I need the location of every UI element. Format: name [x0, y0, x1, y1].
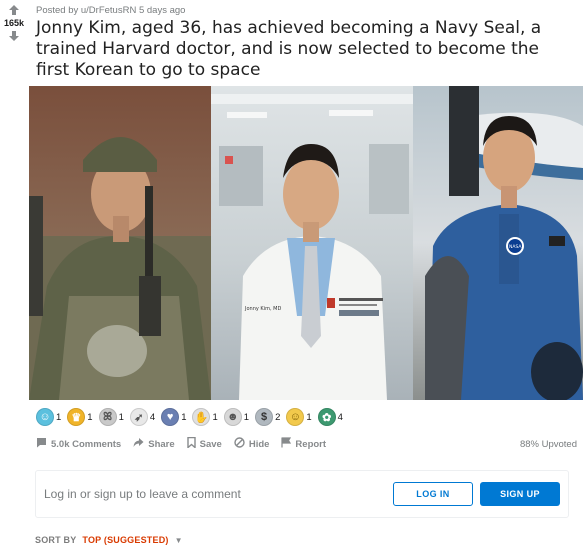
award[interactable]: ☺ 1: [286, 406, 312, 428]
post-action-bar: 5.0k Comments Share Save Hide Report 88%…: [36, 436, 577, 451]
award[interactable]: ♥ 1: [161, 406, 186, 428]
award-count: 1: [87, 411, 93, 423]
award[interactable]: ✋ 1: [192, 406, 218, 428]
sort-by-control[interactable]: SORT BY TOP (SUGGESTED) ▼: [35, 535, 183, 545]
caret-down-icon[interactable]: ▼: [175, 536, 183, 545]
award[interactable]: ☻ 1: [223, 406, 250, 428]
award-count: 1: [212, 411, 218, 423]
gold-face-award-icon: ☺: [286, 408, 305, 426]
upvote-arrow-icon[interactable]: [0, 4, 28, 16]
award-count: 1: [306, 411, 312, 423]
vote-score: 165k: [3, 18, 25, 28]
laughing-face-award-icon: ☺: [36, 408, 54, 426]
comment-login-prompt: Log in or sign up to leave a comment: [44, 487, 241, 501]
award-count: 1: [243, 411, 250, 423]
award-count: 4: [337, 411, 343, 423]
award-count: 1: [181, 411, 187, 423]
butterfly-award-icon: ꕤ: [98, 408, 117, 426]
bubble-face-award-icon: ☻: [223, 408, 242, 426]
save-label: Save: [199, 438, 222, 450]
award-count: 4: [149, 411, 156, 423]
award[interactable]: ➶ 4: [129, 406, 156, 428]
sort-value[interactable]: TOP (SUGGESTED): [82, 535, 168, 545]
nasa-patch-label: NASA: [509, 244, 522, 250]
hide-icon: [234, 437, 245, 451]
save-button[interactable]: Save: [186, 436, 222, 451]
upvote-ratio: 88% Upvoted: [519, 438, 577, 450]
hide-label: Hide: [248, 438, 270, 450]
silver-award-icon: $: [255, 408, 274, 426]
post-title[interactable]: Jonny Kim, aged 36, has achieved becomin…: [36, 18, 576, 81]
award[interactable]: ☺ 1: [36, 406, 61, 428]
share-label: Share: [148, 438, 175, 450]
award-count: 1: [118, 411, 124, 423]
report-label: Report: [295, 438, 327, 450]
hug-award-icon: ♥: [161, 408, 180, 426]
award[interactable]: ♛ 1: [67, 406, 93, 428]
post-image[interactable]: Jonny Kim, MD NASA: [29, 86, 583, 400]
award-count: 1: [56, 411, 62, 423]
comment-icon: [36, 437, 47, 451]
awards-row: ☺ 1 ♛ 1 ꕤ 1 ➶ 4 ♥ 1 ✋ 1 ☻ 1 $ 2 ☺ 1 ✿ 4: [36, 406, 343, 428]
coat-name-label: Jonny Kim, MD: [244, 306, 281, 312]
post-meta[interactable]: Posted by u/DrFetusRN 5 days ago: [36, 5, 185, 16]
award[interactable]: $ 2: [255, 406, 280, 428]
comment-login-box: Log in or sign up to leave a comment LOG…: [35, 470, 569, 518]
award[interactable]: ✿ 4: [317, 406, 343, 428]
downvote-arrow-icon[interactable]: [0, 30, 28, 42]
award[interactable]: ꕤ 1: [98, 406, 124, 428]
share-button[interactable]: Share: [133, 437, 175, 451]
bookmark-icon: [186, 436, 196, 451]
hide-button[interactable]: Hide: [234, 437, 270, 451]
wholesome-award-icon: ✿: [317, 408, 336, 426]
sort-by-label: SORT BY: [35, 535, 77, 545]
report-button[interactable]: Report: [281, 437, 326, 451]
sign-up-button[interactable]: SIGN UP: [480, 482, 560, 506]
share-arrow-icon: [133, 437, 144, 451]
rocket-award-icon: ➶: [129, 408, 148, 426]
flag-icon: [281, 437, 292, 451]
comments-label: 5.0k Comments: [51, 438, 122, 450]
crown-award-icon: ♛: [67, 408, 86, 426]
vote-column: 165k: [0, 4, 28, 42]
wave-hand-award-icon: ✋: [192, 408, 211, 426]
award-count: 2: [275, 411, 281, 423]
comments-button[interactable]: 5.0k Comments: [36, 437, 121, 451]
log-in-button[interactable]: LOG IN: [393, 482, 473, 506]
